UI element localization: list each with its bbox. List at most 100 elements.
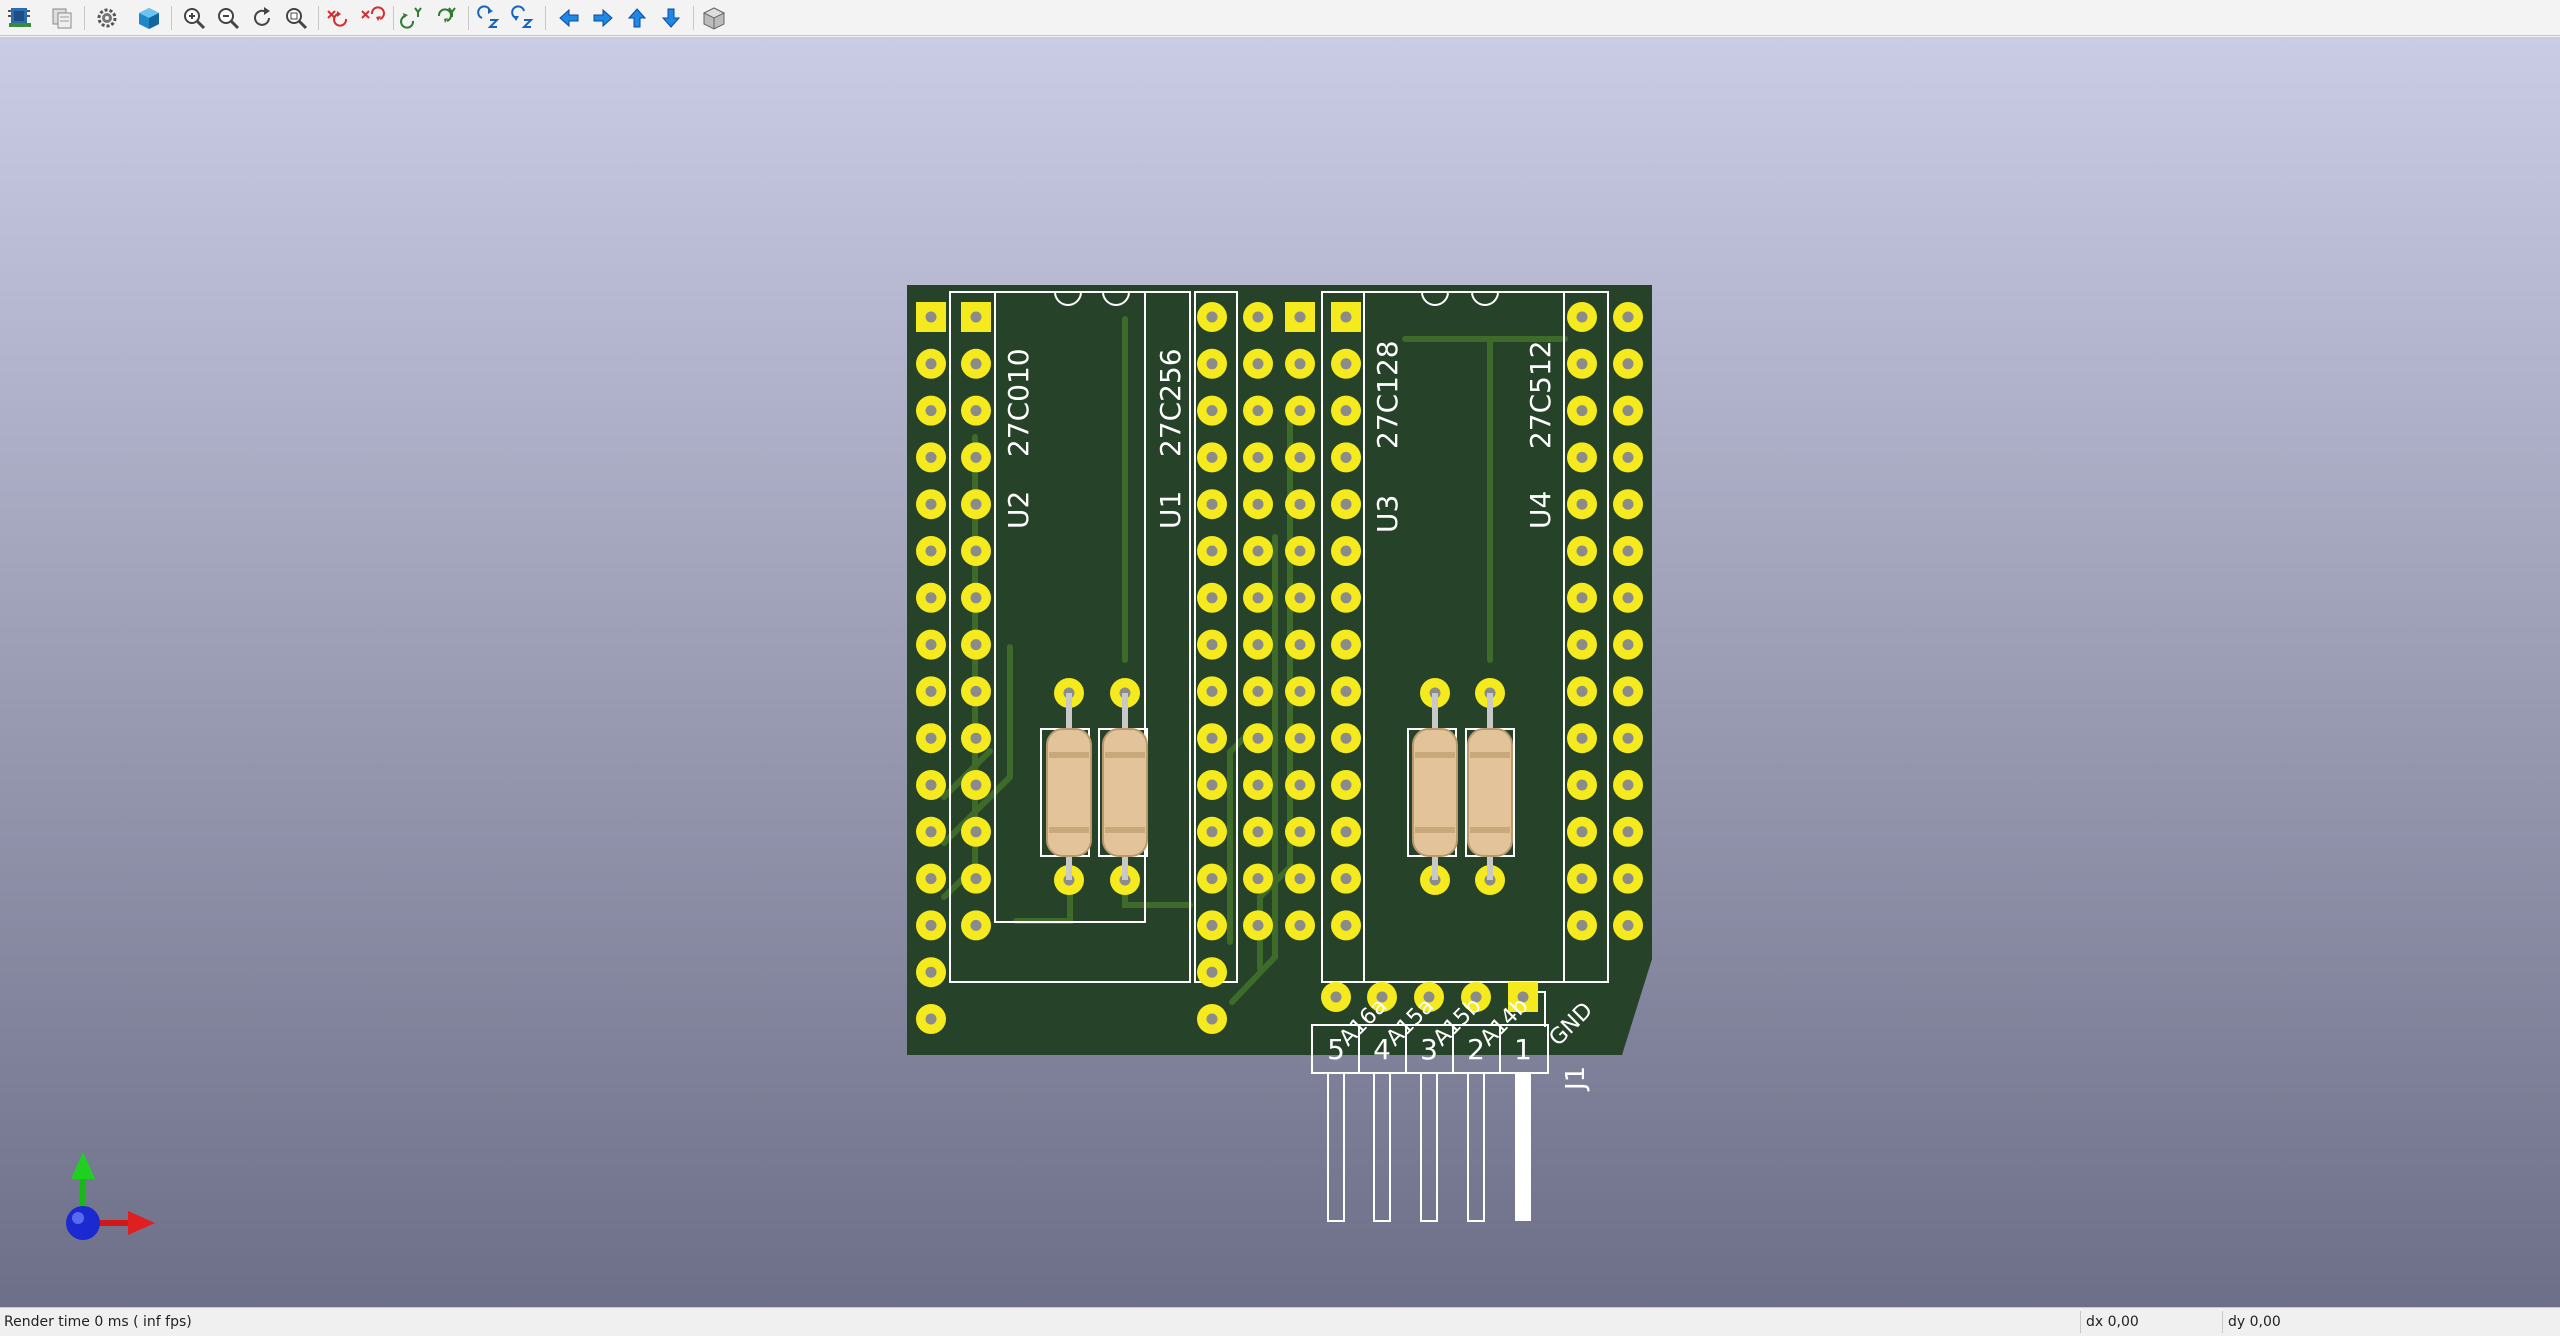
drill-hole [1622, 639, 1634, 651]
rotate-y-clockwise-icon[interactable] [397, 3, 427, 33]
copy-image-icon[interactable] [47, 3, 77, 33]
drill-hole [1576, 873, 1588, 885]
drill-hole [970, 592, 982, 604]
drill-hole [1576, 732, 1588, 744]
drill-hole [1252, 826, 1264, 838]
move-up-icon[interactable] [622, 3, 652, 33]
drill-hole [1206, 498, 1218, 510]
drill-hole [1576, 685, 1588, 697]
drill-hole [1622, 545, 1634, 557]
resistor-band [1415, 752, 1455, 758]
drill-hole [970, 826, 982, 838]
drill-hole [1340, 732, 1352, 744]
chip-ref-u4: U4 [1524, 491, 1557, 529]
drill-hole [1206, 779, 1218, 791]
header-pin [1327, 1072, 1345, 1222]
pin-number-label: 5 [1327, 1033, 1345, 1066]
drill-hole [1622, 311, 1634, 323]
drill-hole [1340, 826, 1352, 838]
3d-cube-icon[interactable] [134, 3, 164, 33]
drill-hole [1252, 358, 1264, 370]
drill-hole [1294, 732, 1306, 744]
pcbnew-icon[interactable] [5, 3, 35, 33]
drill-hole [1294, 405, 1306, 417]
drill-hole [1252, 732, 1264, 744]
status-bar: Render time 0 ms ( inf fps) dx 0,00 dy 0… [0, 1307, 2560, 1336]
rotate-x-clockwise-icon[interactable] [322, 3, 352, 33]
drill-hole [925, 498, 937, 510]
move-left-icon[interactable] [554, 3, 584, 33]
drill-hole [1206, 966, 1218, 978]
resistor-band [1470, 752, 1510, 758]
drill-hole [925, 451, 937, 463]
drill-hole [925, 826, 937, 838]
drill-hole [925, 592, 937, 604]
drill-hole [1340, 639, 1352, 651]
drill-hole [1294, 639, 1306, 651]
resistor-body [1467, 728, 1513, 857]
zoom-fit-icon[interactable] [281, 3, 311, 33]
drill-hole [1252, 873, 1264, 885]
drill-hole [1622, 779, 1634, 791]
rotate-z-counterclockwise-icon[interactable] [508, 3, 538, 33]
drill-hole [970, 545, 982, 557]
move-right-icon[interactable] [588, 3, 618, 33]
header-pin [1467, 1072, 1485, 1222]
rotate-y-counterclockwise-icon[interactable] [431, 3, 461, 33]
settings-gear-icon[interactable] [92, 3, 122, 33]
drill-hole [1294, 358, 1306, 370]
resistor-band [1105, 827, 1145, 833]
drill-hole [1576, 545, 1588, 557]
resistor-body [1102, 728, 1148, 857]
render-time-text: Render time 0 ms ( inf fps) [4, 1314, 192, 1330]
drill-hole [925, 779, 937, 791]
drill-hole [970, 405, 982, 417]
drill-hole [1252, 311, 1264, 323]
drill-hole [1576, 592, 1588, 604]
drill-hole [1206, 405, 1218, 417]
resistor-band [1105, 752, 1145, 758]
rotate-x-counterclockwise-icon[interactable] [356, 3, 386, 33]
ortho-view-icon[interactable] [699, 3, 729, 33]
drill-hole [1622, 498, 1634, 510]
drill-hole [925, 966, 937, 978]
drill-hole [1622, 826, 1634, 838]
drill-hole [1294, 685, 1306, 697]
drill-hole [970, 919, 982, 931]
drill-hole [1252, 685, 1264, 697]
redraw-icon[interactable] [247, 3, 277, 33]
rotate-z-clockwise-icon[interactable] [474, 3, 504, 33]
chip-ref-u3: U3 [1371, 495, 1404, 533]
dy-readout: dy 0,00 [2228, 1314, 2281, 1330]
pin-number-label: 4 [1373, 1033, 1391, 1066]
3d-viewport[interactable]: 27C010 U2 27C256 U1 27C128 U3 27C512 U4 … [0, 37, 2560, 1307]
drill-hole [1206, 592, 1218, 604]
drill-hole [1340, 498, 1352, 510]
drill-hole [1576, 405, 1588, 417]
zoom-in-icon[interactable] [179, 3, 209, 33]
move-down-icon[interactable] [656, 3, 686, 33]
drill-hole [1340, 358, 1352, 370]
drill-hole [1622, 732, 1634, 744]
header-pin [1515, 1073, 1531, 1221]
zoom-out-icon[interactable] [213, 3, 243, 33]
chip-ref-u1: U1 [1154, 491, 1187, 529]
chip-ref-u2: U2 [1002, 491, 1035, 529]
drill-hole [1206, 919, 1218, 931]
drill-hole [1252, 639, 1264, 651]
pin-number-label: 3 [1420, 1033, 1438, 1066]
drill-hole [1252, 779, 1264, 791]
pin-number-label: 1 [1514, 1033, 1532, 1066]
resistor-band [1049, 752, 1089, 758]
drill-hole [1294, 826, 1306, 838]
drill-hole [1294, 311, 1306, 323]
chip-value-u4: 27C512 [1524, 340, 1557, 449]
drill-hole [1294, 451, 1306, 463]
drill-hole [1622, 873, 1634, 885]
header-pin [1373, 1072, 1391, 1222]
drill-hole [1206, 311, 1218, 323]
drill-hole [1252, 498, 1264, 510]
drill-hole [970, 358, 982, 370]
drill-hole [1294, 919, 1306, 931]
chip-value-u3: 27C128 [1371, 340, 1404, 449]
